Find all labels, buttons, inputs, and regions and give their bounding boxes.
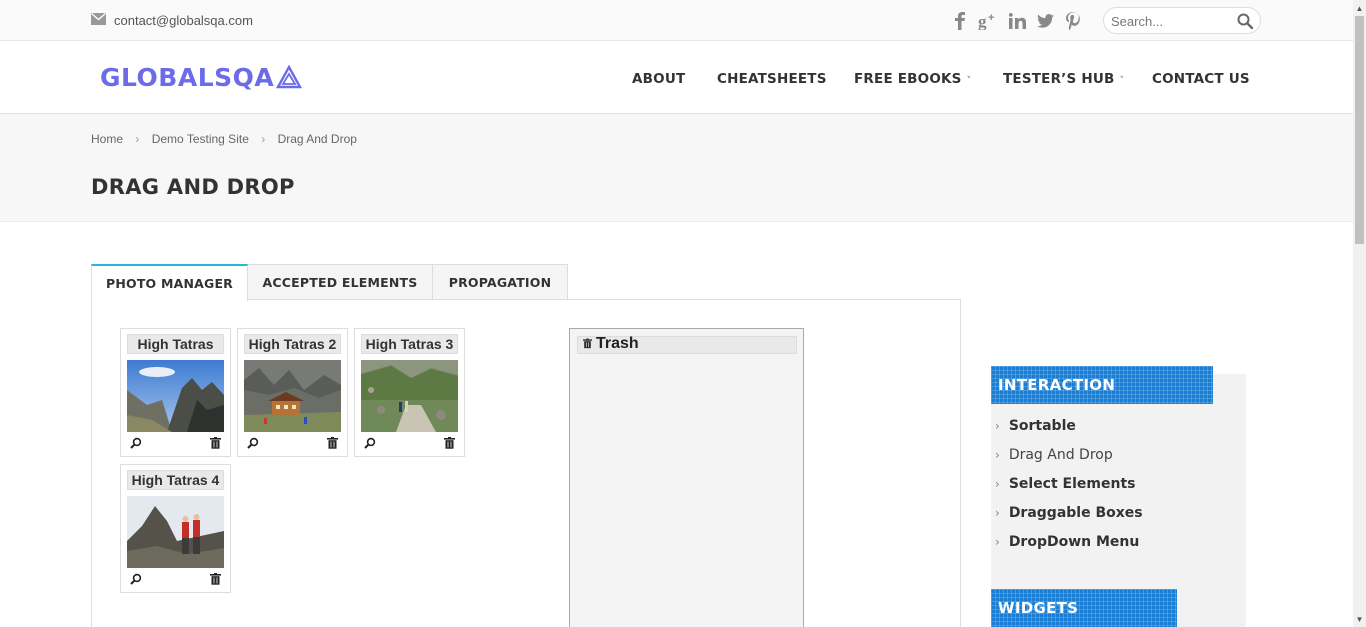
gallery-photo <box>361 360 458 432</box>
search-icon[interactable] <box>1237 13 1253 29</box>
chevron-right-icon: › <box>995 448 1000 462</box>
trash-icon[interactable] <box>210 573 221 585</box>
gallery-photo <box>127 496 224 568</box>
tab-label: PHOTO MANAGER <box>105 276 234 291</box>
chevron-right-icon: › <box>995 419 1000 433</box>
breadcrumb-separator: › <box>261 132 266 146</box>
zoom-icon[interactable] <box>130 573 142 585</box>
sidebar-item-label: Sortable <box>1008 418 1076 434</box>
gallery-item[interactable]: High Tatras <box>120 328 231 457</box>
breadcrumb-home[interactable]: Home <box>91 132 123 146</box>
site-header: GLOBALSQA ABOUT CHEATSHEETS FREE EBOOKS ˅… <box>0 41 1353 114</box>
nav-about-label: ABOUT <box>632 71 686 87</box>
zoom-icon[interactable] <box>364 437 376 449</box>
tab-propagation[interactable]: PROPAGATION <box>432 264 568 300</box>
gallery-photo <box>244 360 341 432</box>
tab-photo-manager[interactable]: PHOTO MANAGER <box>91 264 248 301</box>
trash-icon[interactable] <box>444 437 455 449</box>
trash-icon <box>583 338 592 349</box>
nav-cheatsheets[interactable]: CHEATSHEETS <box>717 71 827 87</box>
tab-accepted-elements[interactable]: ACCEPTED ELEMENTS <box>247 264 433 300</box>
page-title: DRAG AND DROP <box>91 175 295 199</box>
scrollbar-thumb[interactable] <box>1355 16 1364 244</box>
sidebar-item-label: Drag And Drop <box>1008 447 1113 463</box>
trash-icon[interactable] <box>210 437 221 449</box>
site-logo[interactable]: GLOBALSQA <box>100 60 303 94</box>
envelope-icon <box>91 13 106 25</box>
gallery-item[interactable]: High Tatras 2 <box>237 328 348 457</box>
nav-contact-us-label: CONTACT US <box>1152 71 1250 87</box>
sidebar-item-label: Select Elements <box>1008 476 1136 492</box>
facebook-icon[interactable] <box>950 11 970 31</box>
chevron-right-icon: › <box>995 506 1000 520</box>
search-input[interactable] <box>1111 12 1229 30</box>
logo-text: GLOBALSQA <box>100 62 275 92</box>
nav-contact-us[interactable]: CONTACT US <box>1152 71 1250 87</box>
sidebar-item-drag-and-drop[interactable]: › Drag And Drop <box>995 447 1113 463</box>
breadcrumb-demo-testing-site[interactable]: Demo Testing Site <box>152 132 249 146</box>
breadcrumb-current: Drag And Drop <box>277 132 357 146</box>
chevron-down-icon: ˅ <box>966 76 972 86</box>
breadcrumb: Home › Demo Testing Site › Drag And Drop <box>91 132 357 146</box>
twitter-icon[interactable] <box>1035 11 1055 31</box>
sidebar-item-draggable-boxes[interactable]: › Draggable Boxes <box>995 505 1143 521</box>
pinterest-icon[interactable] <box>1063 11 1083 31</box>
gallery-item-title: High Tatras <box>127 334 224 354</box>
sidebar-item-sortable[interactable]: › Sortable <box>995 418 1076 434</box>
breadcrumb-separator: › <box>135 132 140 146</box>
google-plus-icon[interactable]: g + <box>978 11 998 31</box>
nav-cheatsheets-label: CHEATSHEETS <box>717 71 827 87</box>
tab-label: ACCEPTED ELEMENTS <box>262 275 418 290</box>
nav-testers-hub-label: TESTER’S HUB <box>1003 71 1115 87</box>
svg-text:+: + <box>988 12 994 24</box>
gallery-item[interactable]: High Tatras 3 <box>354 328 465 457</box>
trash-drop-zone[interactable]: Trash <box>569 328 804 627</box>
page-scrollbar[interactable]: ▲ ▼ <box>1353 0 1366 627</box>
chevron-right-icon: › <box>995 477 1000 491</box>
nav-free-ebooks-label: FREE EBOOKS <box>854 71 962 87</box>
nav-about[interactable]: ABOUT <box>632 71 685 87</box>
page-title-area: Home › Demo Testing Site › Drag And Drop… <box>0 114 1353 222</box>
nav-testers-hub[interactable]: TESTER’S HUB ˅ <box>1003 71 1124 87</box>
trash-icon[interactable] <box>327 437 338 449</box>
contact-email[interactable]: contact@globalsqa.com <box>114 13 253 28</box>
chevron-down-icon: ˅ <box>1119 76 1125 86</box>
zoom-icon[interactable] <box>130 437 142 449</box>
gallery-item[interactable]: High Tatras 4 <box>120 464 231 593</box>
svg-text:g: g <box>978 12 987 30</box>
nav-free-ebooks[interactable]: FREE EBOOKS ˅ <box>854 71 971 87</box>
search-box <box>1103 7 1261 34</box>
scroll-up-arrow-icon[interactable]: ▲ <box>1353 0 1366 16</box>
gallery-item-title: High Tatras 3 <box>361 334 458 354</box>
zoom-icon[interactable] <box>247 437 259 449</box>
gallery-photo <box>127 360 224 432</box>
tab-label: PROPAGATION <box>448 275 552 290</box>
top-bar: contact@globalsqa.com g + <box>0 0 1353 41</box>
trash-label: Trash <box>596 335 639 352</box>
scroll-down-arrow-icon[interactable]: ▼ <box>1353 611 1366 627</box>
sidebar-interaction-title: INTERACTION <box>991 366 1213 404</box>
sidebar-widgets-title: WIDGETS <box>991 589 1177 627</box>
gallery-item-title: High Tatras 2 <box>244 334 341 354</box>
sidebar-item-label: DropDown Menu <box>1008 534 1140 550</box>
sidebar-item-dropdown-menu[interactable]: › DropDown Menu <box>995 534 1139 550</box>
logo-triangle-icon <box>276 65 303 89</box>
chevron-right-icon: › <box>995 535 1000 549</box>
linkedin-icon[interactable] <box>1007 11 1027 31</box>
sidebar-item-label: Draggable Boxes <box>1008 505 1143 521</box>
trash-header: Trash <box>577 335 797 354</box>
sidebar-item-select-elements[interactable]: › Select Elements <box>995 476 1135 492</box>
gallery-item-title: High Tatras 4 <box>127 470 224 490</box>
